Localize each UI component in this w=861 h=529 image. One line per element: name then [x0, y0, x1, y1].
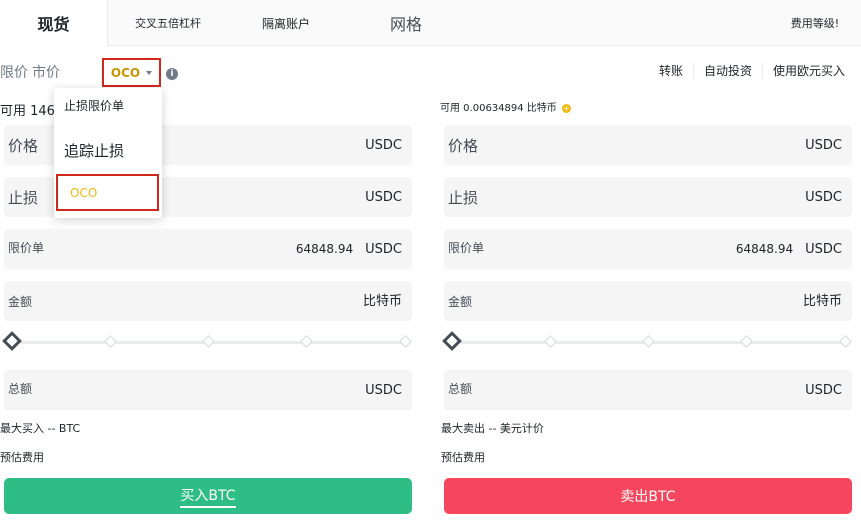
trade-tabs: 现货 交叉五倍杠杆 隔离账户 网格 费用等级!	[0, 0, 861, 46]
sell-total-unit: USDC	[805, 382, 842, 398]
tab-cross-margin[interactable]: 交叉五倍杠杆	[118, 0, 218, 46]
available-balance-sell-text: 可用 0.00634894 比特币	[440, 103, 557, 114]
buy-limit-value: 64848.94	[295, 242, 354, 256]
transfer-link[interactable]: 转账	[649, 62, 693, 79]
account-links: 转账 自动投资 使用欧元买入	[649, 62, 855, 79]
sell-limit-field[interactable]: 限价单 64848.94 USDC	[444, 229, 852, 269]
buy-limit-label: 限价单	[8, 241, 45, 255]
buy-max-info: 最大买入 -- BTC	[0, 422, 81, 435]
chevron-down-icon	[146, 70, 153, 75]
buy-total-field[interactable]: 总额 USDC	[4, 370, 412, 410]
sell-fee-info[interactable]: 预估费用	[441, 449, 485, 465]
tab-grid[interactable]: 网格	[360, 0, 452, 46]
buy-stop-unit: USDC	[365, 189, 402, 205]
buy-limit-unit: USDC	[365, 241, 402, 257]
info-icon[interactable]: i	[166, 68, 178, 80]
buy-stop-label: 止损	[8, 188, 39, 207]
dropdown-item-stop-limit[interactable]: 止损限价单	[64, 97, 124, 114]
sell-total-field[interactable]: 总额 USDC	[444, 370, 852, 410]
order-type-selected: OCO	[110, 65, 141, 80]
sell-stop-field[interactable]: 止损 USDC	[444, 177, 852, 217]
dropdown-item-trailing-stop[interactable]: 追踪止损	[64, 140, 124, 161]
buy-limit-field[interactable]: 限价单 64848.94 USDC	[4, 229, 412, 269]
sell-price-unit: USDC	[805, 137, 842, 153]
slider-mark-50[interactable]	[202, 335, 215, 348]
order-type-select[interactable]: OCO	[102, 58, 161, 87]
order-type-market[interactable]: 市价	[32, 65, 60, 81]
sell-stop-unit: USDC	[805, 189, 842, 205]
add-coin-icon[interactable]: +	[561, 103, 571, 113]
buy-fee-info[interactable]: 预估费用	[0, 449, 44, 465]
buy-with-eur-link[interactable]: 使用欧元买入	[763, 62, 855, 79]
sell-amount-label: 金额	[448, 294, 473, 309]
buy-amount-field[interactable]: 金额 比特币	[4, 281, 412, 321]
buy-amount-slider[interactable]	[2, 331, 412, 351]
buy-total-unit: USDC	[365, 382, 402, 398]
sell-limit-unit: USDC	[805, 241, 842, 257]
order-type-row: 限价 市价	[0, 62, 64, 82]
slider-handle[interactable]	[442, 331, 462, 351]
slider-mark-75[interactable]	[300, 335, 313, 348]
slider-mark-50[interactable]	[642, 335, 655, 348]
auto-invest-link[interactable]: 自动投资	[694, 62, 762, 79]
sell-amount-unit: 比特币	[802, 294, 842, 309]
available-balance-sell: 可用 0.00634894 比特币 +	[440, 99, 571, 114]
slider-mark-25[interactable]	[104, 335, 117, 348]
fee-level-link[interactable]: 费用等级!	[770, 0, 860, 46]
slider-mark-75[interactable]	[740, 335, 753, 348]
order-type-limit[interactable]: 限价	[0, 65, 28, 81]
sell-stop-label: 止损	[448, 188, 479, 207]
buy-button-label: 买入BTC	[180, 485, 236, 508]
buy-price-label: 价格	[8, 136, 39, 155]
buy-amount-unit: 比特币	[362, 294, 402, 309]
sell-max-info: 最大卖出 -- 美元计价	[441, 422, 544, 435]
sell-amount-field[interactable]: 金额 比特币	[444, 281, 852, 321]
sell-button-label: 卖出BTC	[620, 489, 676, 505]
dropdown-item-oco[interactable]: OCO	[56, 174, 159, 211]
buy-price-unit: USDC	[365, 137, 402, 153]
tab-spot[interactable]: 现货	[0, 0, 108, 46]
sell-total-label: 总额	[448, 382, 473, 396]
buy-button[interactable]: 买入BTC	[4, 478, 412, 514]
sell-amount-slider[interactable]	[442, 331, 852, 351]
sell-limit-label: 限价单	[448, 241, 485, 255]
sell-limit-value: 64848.94	[735, 242, 794, 256]
slider-mark-25[interactable]	[544, 335, 557, 348]
buy-amount-label: 金额	[8, 294, 33, 309]
buy-total-label: 总额	[8, 382, 33, 396]
sell-button[interactable]: 卖出BTC	[444, 478, 852, 514]
sell-price-field[interactable]: 价格 USDC	[444, 125, 852, 165]
slider-mark-100[interactable]	[399, 335, 412, 348]
available-balance-buy: 可用 146	[0, 104, 55, 119]
order-type-dropdown: 止损限价单 追踪止损 OCO	[54, 88, 162, 218]
tab-isolated[interactable]: 隔离账户	[236, 0, 336, 46]
sell-price-label: 价格	[448, 136, 479, 155]
slider-mark-100[interactable]	[839, 335, 852, 348]
slider-handle[interactable]	[2, 331, 22, 351]
